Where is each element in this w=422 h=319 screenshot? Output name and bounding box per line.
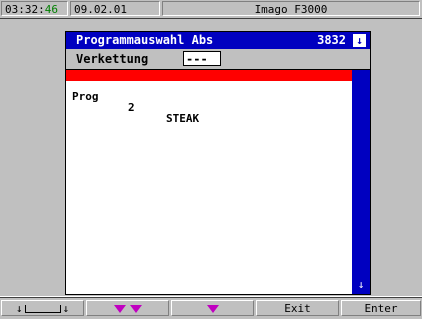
main-area: Programmauswahl Abs 3832 ↓ Verkettung --… (0, 19, 422, 296)
device-screen: 03:32:46 09.02.01 Imago F3000 Programmau… (0, 0, 422, 319)
program-number: 2 (128, 101, 135, 114)
chain-row: Verkettung --- (66, 49, 370, 70)
f3-down-key[interactable] (171, 300, 254, 316)
clock-seconds: 46 (44, 3, 58, 16)
window-title-bar: Programmauswahl Abs 3832 ↓ (66, 32, 370, 49)
program-label: Prog (72, 90, 99, 103)
status-bar: 03:32:46 09.02.01 Imago F3000 (0, 0, 422, 19)
exit-button[interactable]: Exit (256, 300, 339, 316)
scroll-down-icon[interactable]: ↓ (353, 278, 369, 292)
f1-scroll-key[interactable]: ↓ ↓ (1, 300, 84, 316)
enter-button[interactable]: Enter (341, 300, 421, 316)
scroll-range-icon (24, 305, 61, 313)
f2-page-down-key[interactable] (86, 300, 169, 316)
program-selection-window: Programmauswahl Abs 3832 ↓ Verkettung --… (65, 31, 371, 295)
clock: 03:32:46 (1, 1, 68, 16)
chain-field[interactable]: --- (183, 51, 221, 66)
function-key-bar: ↓ ↓ Exit Enter (0, 297, 422, 319)
clock-hm: 03:32: (5, 3, 45, 16)
window-title: Programmauswahl Abs (76, 33, 214, 47)
down-triangle-icon (206, 305, 219, 313)
dropdown-arrow-icon[interactable]: ↓ (353, 34, 366, 47)
down-arrow-icon: ↓ (62, 302, 70, 315)
chain-label: Verkettung (76, 52, 149, 66)
program-list: Prog 1 WIENER Prog 2 STEAK (66, 70, 352, 294)
program-count: 3832 (317, 33, 346, 47)
device-name: Imago F3000 (162, 1, 420, 16)
program-name: STEAK (166, 112, 200, 125)
date: 09.02.01 (70, 1, 160, 16)
scrollbar[interactable]: ↓ (352, 70, 370, 294)
down-triangle-icon (113, 305, 126, 313)
down-triangle-icon (129, 305, 142, 313)
down-arrow-icon: ↓ (15, 302, 23, 315)
list-item[interactable]: Prog 2 STEAK (66, 80, 352, 124)
